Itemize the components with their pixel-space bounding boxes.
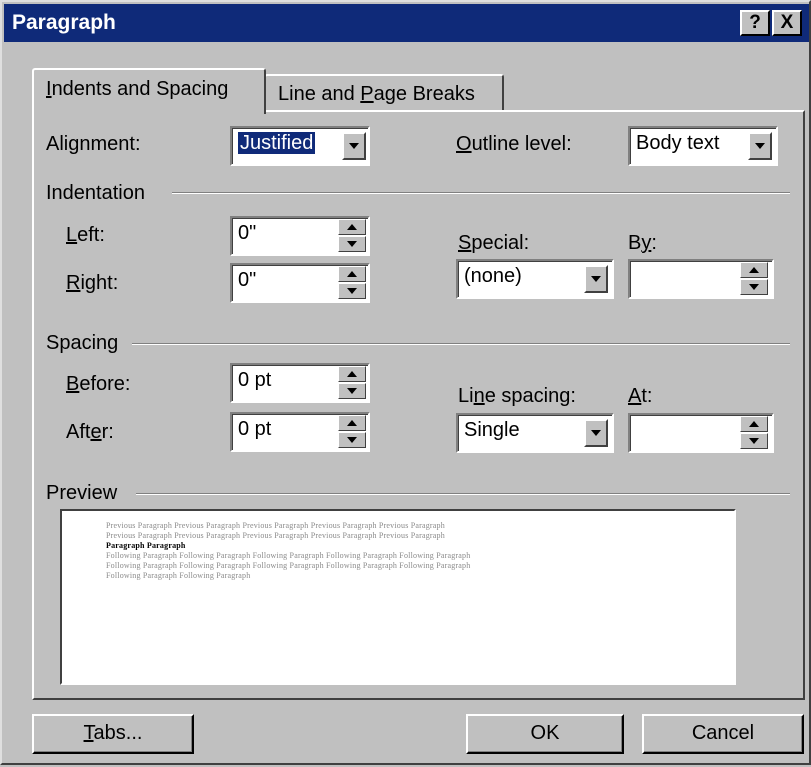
chevron-down-icon (591, 276, 601, 282)
indent-right-spinner[interactable] (338, 266, 368, 300)
line-spacing-dropdown-button[interactable] (584, 419, 608, 447)
alignment-select[interactable]: Justified (230, 126, 370, 166)
indent-left-spinner[interactable] (338, 219, 368, 253)
indent-right-value: 0" (238, 269, 257, 291)
preview-previous-line: Previous Paragraph Previous Paragraph Pr… (106, 521, 445, 530)
chevron-down-icon (591, 430, 601, 436)
spin-down-button[interactable] (338, 283, 366, 299)
spacing-after-input[interactable]: 0 pt (230, 412, 370, 452)
by-input[interactable] (628, 259, 774, 299)
paragraph-dialog: Paragraph ? X Indents and Spacing Line a… (0, 0, 811, 765)
outline-level-label: Outline level: (456, 133, 572, 155)
spacing-after-spinner[interactable] (338, 415, 368, 449)
indent-left-value: 0" (238, 222, 257, 244)
spin-down-button[interactable] (740, 279, 768, 295)
at-input[interactable] (628, 413, 774, 453)
spacing-after-label: After: (66, 421, 114, 443)
arrow-down-icon (347, 241, 357, 247)
preview-following-line: Following Paragraph Following Paragraph … (106, 561, 471, 570)
spacing-after-value: 0 pt (238, 418, 272, 440)
line-spacing-select[interactable]: Single (456, 413, 614, 453)
preview-current-line: Paragraph Paragraph (106, 541, 186, 550)
preview-following-line: Following Paragraph Following Paragraph … (106, 551, 471, 560)
arrow-up-icon (749, 421, 759, 427)
spacing-before-value: 0 pt (238, 369, 272, 391)
spacing-group-label: Spacing (46, 332, 119, 354)
preview-pane: Previous Paragraph Previous Paragraph Pr… (60, 509, 736, 685)
indentation-divider (172, 192, 790, 194)
alignment-label: Alignment: (46, 133, 141, 155)
line-spacing-label: Line spacing: (458, 385, 576, 407)
arrow-up-icon (347, 420, 357, 426)
by-label: By: (628, 232, 657, 254)
arrow-down-icon (347, 437, 357, 443)
tabs-button[interactable]: Tabs... (32, 714, 194, 754)
alignment-dropdown-button[interactable] (342, 132, 366, 160)
indent-right-input[interactable]: 0" (230, 263, 370, 303)
spin-up-button[interactable] (338, 366, 366, 382)
spacing-before-input[interactable]: 0 pt (230, 363, 370, 403)
arrow-down-icon (347, 388, 357, 394)
ok-button[interactable]: OK (466, 714, 624, 754)
arrow-down-icon (749, 438, 759, 444)
tabs-button-label: Tabs... (83, 722, 143, 744)
spin-up-button[interactable] (338, 219, 366, 235)
indentation-group-label: Indentation (46, 182, 145, 204)
preview-group-label: Preview (46, 482, 118, 504)
special-label: Special: (458, 232, 530, 254)
outline-level-dropdown-button[interactable] (748, 132, 772, 160)
chevron-down-icon (349, 143, 359, 149)
line-spacing-value: Single (464, 419, 520, 441)
outline-level-select[interactable]: Body text (628, 126, 778, 166)
preview-previous-line: Previous Paragraph Previous Paragraph Pr… (106, 531, 445, 540)
indent-left-label: Left: (66, 224, 105, 246)
spacing-divider (132, 343, 790, 345)
at-label: At: (628, 385, 653, 407)
cancel-button[interactable]: Cancel (642, 714, 804, 754)
chevron-down-icon (755, 143, 765, 149)
special-dropdown-button[interactable] (584, 265, 608, 293)
spin-up-button[interactable] (740, 416, 768, 432)
arrow-up-icon (347, 224, 357, 230)
spacing-before-label: Before: (66, 373, 131, 395)
by-spinner[interactable] (740, 262, 770, 296)
spin-down-button[interactable] (338, 383, 366, 399)
at-spinner[interactable] (740, 416, 770, 450)
outline-level-value: Body text (636, 132, 720, 154)
indent-left-input[interactable]: 0" (230, 216, 370, 256)
spin-up-button[interactable] (338, 266, 366, 282)
preview-divider (136, 493, 790, 495)
preview-following-line: Following Paragraph Following Paragraph (106, 571, 251, 580)
arrow-up-icon (347, 271, 357, 277)
spin-down-button[interactable] (338, 236, 366, 252)
arrow-up-icon (749, 267, 759, 273)
arrow-down-icon (749, 284, 759, 290)
arrow-down-icon (347, 288, 357, 294)
indent-right-label: Right: (66, 272, 119, 294)
alignment-value: Justified (236, 131, 317, 155)
spin-up-button[interactable] (740, 262, 768, 278)
spin-up-button[interactable] (338, 415, 366, 431)
special-value: (none) (464, 265, 522, 287)
arrow-up-icon (347, 371, 357, 377)
spin-down-button[interactable] (338, 432, 366, 448)
spin-down-button[interactable] (740, 433, 768, 449)
spacing-before-spinner[interactable] (338, 366, 368, 400)
special-select[interactable]: (none) (456, 259, 614, 299)
